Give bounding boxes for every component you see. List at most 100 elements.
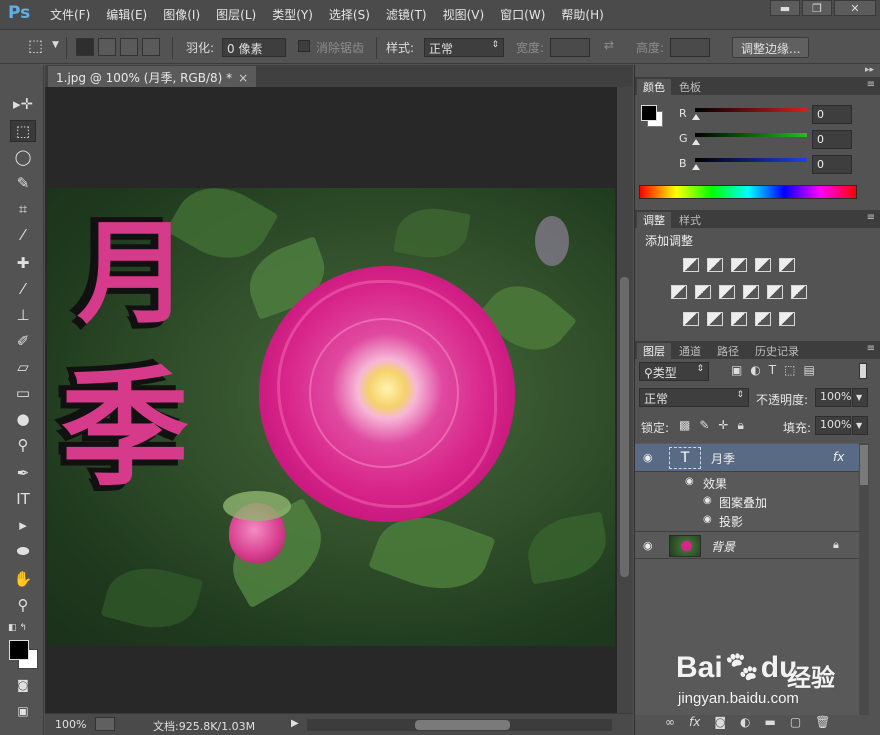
lock-icons[interactable]: ▩✎✛🔒︎ [679, 418, 753, 433]
eye-icon[interactable]: ◉ [643, 539, 657, 552]
layer-name[interactable]: 月季 [711, 450, 735, 467]
effect-row[interactable]: ◉ 投影 [635, 511, 859, 530]
gradient-map-icon[interactable] [779, 312, 795, 326]
levels-icon[interactable] [707, 258, 723, 272]
brightness-icon[interactable] [683, 258, 699, 272]
tab-channels[interactable]: 通道 [673, 343, 707, 359]
foreground-color-swatch[interactable] [9, 640, 29, 660]
default-colors-icon[interactable]: ◧ ↰ [8, 623, 27, 633]
healing-brush-tool-icon[interactable]: ✚ [10, 252, 36, 274]
rectangular-marquee-tool-icon[interactable]: ⬚ [10, 120, 36, 142]
eye-icon[interactable]: ◉ [643, 451, 657, 464]
zoom-level[interactable]: 100% [55, 718, 86, 731]
tab-color[interactable]: 颜色 [637, 79, 671, 95]
status-icon[interactable] [95, 717, 115, 731]
menu-view[interactable]: 视图(V) [443, 6, 485, 23]
minimize-button[interactable]: ▬ [770, 0, 800, 16]
menu-edit[interactable]: 编辑(E) [106, 6, 147, 23]
channel-g-thumb[interactable] [692, 139, 700, 145]
vibrance-icon[interactable] [779, 258, 795, 272]
trash-icon[interactable]: 🗑︎ [815, 715, 830, 729]
horizontal-scroll-thumb[interactable] [415, 720, 510, 730]
vertical-scrollbar[interactable] [617, 87, 633, 713]
vertical-scroll-thumb[interactable] [620, 277, 629, 577]
zoom-tool-icon[interactable]: ⚲ [10, 594, 36, 616]
mask-icon[interactable]: ◙ [714, 715, 726, 729]
invert-icon[interactable] [683, 312, 699, 326]
new-layer-icon[interactable]: ▢ [790, 715, 801, 729]
panel-menu-icon[interactable]: ≡ [867, 343, 875, 354]
height-input[interactable] [670, 38, 710, 57]
color-spectrum-bar[interactable] [639, 185, 857, 199]
color-balance-icon[interactable] [695, 285, 711, 299]
eraser-tool-icon[interactable]: ▱ [10, 356, 36, 378]
photo-filter-icon[interactable] [743, 285, 759, 299]
swap-icon[interactable]: ⇄ [604, 38, 614, 52]
eye-icon[interactable]: ◉ [685, 476, 694, 487]
gradient-tool-icon[interactable]: ▭ [10, 382, 36, 404]
selective-color-icon[interactable] [755, 312, 771, 326]
type-tool-icon[interactable]: IT [10, 488, 36, 510]
style-select[interactable]: 正常 ⇕ [424, 38, 504, 57]
layers-scroll-thumb[interactable] [860, 445, 868, 485]
subtract-selection-mode[interactable] [120, 38, 138, 56]
layer-row-background[interactable]: ◉ 背景 🔒︎ [635, 531, 859, 559]
fx-badge[interactable]: fx [833, 450, 844, 464]
filter-toggle-switch[interactable] [859, 363, 867, 379]
document-tab[interactable]: 1.jpg @ 100% (月季, RGB/8) * × [48, 66, 257, 87]
intersect-selection-mode[interactable] [142, 38, 160, 56]
black-white-icon[interactable] [719, 285, 735, 299]
layer-filter-select[interactable]: ⚲类型 ⇕ [639, 362, 709, 381]
fx-icon[interactable]: fx [689, 715, 700, 729]
layer-row-text[interactable]: ◉ T 月季 fx [635, 444, 859, 472]
tab-layers[interactable]: 图层 [637, 343, 671, 359]
tab-styles[interactable]: 样式 [673, 212, 707, 228]
adjustment-icon[interactable]: ◐ [740, 715, 750, 729]
channel-mixer-icon[interactable] [767, 285, 783, 299]
eye-icon[interactable]: ◉ [703, 514, 712, 525]
channel-r-thumb[interactable] [692, 114, 700, 120]
screen-mode-icon[interactable]: ▣ [10, 700, 36, 722]
tab-history[interactable]: 历史记录 [749, 343, 805, 359]
brush-tool-icon[interactable]: ⁄ [10, 278, 36, 300]
canvas-text-ji[interactable]: 季 [61, 366, 189, 494]
color-lookup-icon[interactable] [791, 285, 807, 299]
menu-filter[interactable]: 滤镜(T) [386, 6, 427, 23]
panel-foreground-swatch[interactable] [641, 105, 657, 121]
menu-select[interactable]: 选择(S) [329, 6, 370, 23]
channel-r-value[interactable]: 0 [812, 105, 852, 124]
preset-dropdown-arrow[interactable]: ▼ [52, 40, 59, 50]
eye-icon[interactable]: ◉ [703, 495, 712, 506]
fill-input[interactable]: 100% [815, 416, 851, 435]
threshold-icon[interactable] [731, 312, 747, 326]
marquee-preset-icon[interactable]: ⬚ [28, 36, 43, 55]
quick-selection-tool-icon[interactable]: ✎ [10, 172, 36, 194]
curves-icon[interactable] [731, 258, 747, 272]
hand-tool-icon[interactable]: ✋ [10, 568, 36, 590]
exposure-icon[interactable] [755, 258, 771, 272]
blur-tool-icon[interactable]: ● [10, 408, 36, 430]
blend-mode-select[interactable]: 正常 ⇕ [639, 388, 749, 407]
opacity-dropdown-icon[interactable]: ▼ [852, 388, 868, 407]
panel-menu-icon[interactable]: ≡ [867, 212, 875, 223]
menu-image[interactable]: 图像(I) [163, 6, 200, 23]
eyedropper-tool-icon[interactable]: ⁄ [10, 224, 36, 246]
width-input[interactable] [550, 38, 590, 57]
status-menu-arrow-icon[interactable]: ▶ [291, 718, 299, 729]
restore-button[interactable]: ❐ [802, 0, 832, 16]
layer-name[interactable]: 背景 [711, 538, 735, 555]
new-selection-mode[interactable] [76, 38, 94, 56]
close-button[interactable]: ✕ [834, 0, 876, 16]
channel-g-value[interactable]: 0 [812, 130, 852, 149]
clone-stamp-tool-icon[interactable]: ⊥ [10, 304, 36, 326]
tab-swatches[interactable]: 色板 [673, 79, 707, 95]
effect-row[interactable]: ◉ 图案叠加 [635, 492, 859, 511]
link-icon[interactable]: ∞ [665, 715, 675, 729]
collapse-panels-icon[interactable]: ▸▸ [865, 65, 874, 75]
channel-r-slider[interactable] [695, 108, 807, 112]
panel-menu-icon[interactable]: ≡ [867, 79, 875, 90]
rose-photo[interactable]: 月 季 [47, 188, 615, 646]
menu-type[interactable]: 类型(Y) [272, 6, 313, 23]
effects-group-row[interactable]: ◉ 效果 [635, 473, 859, 492]
crop-tool-icon[interactable]: ⌗ [10, 198, 36, 220]
